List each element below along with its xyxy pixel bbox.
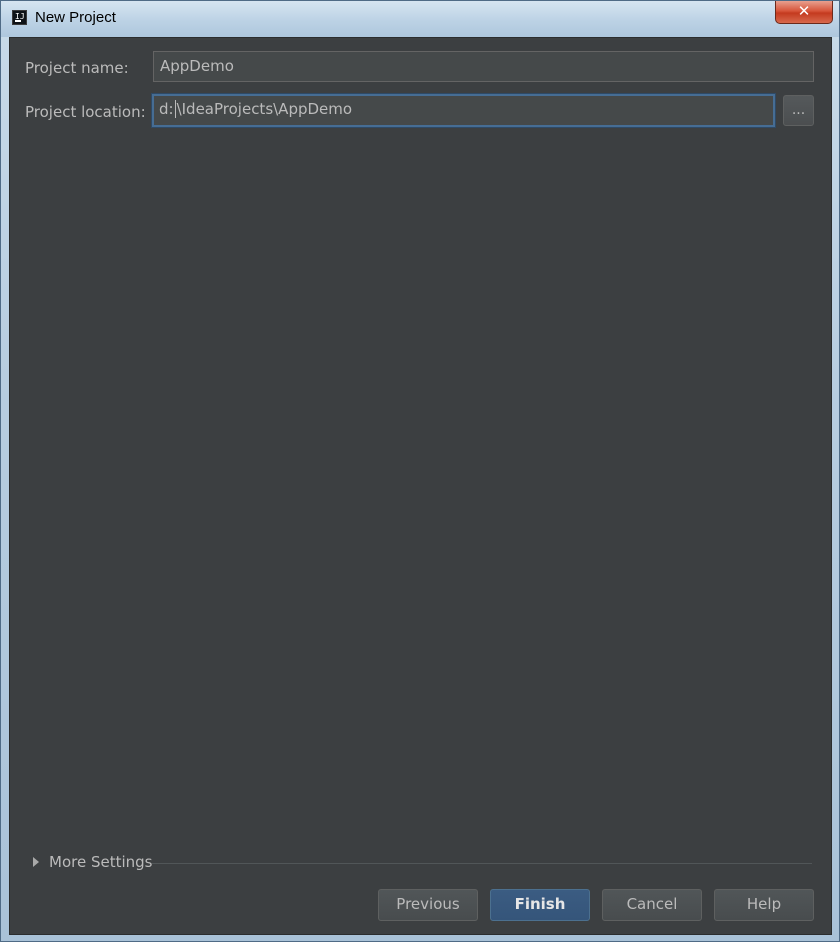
browse-button-label: ... bbox=[791, 102, 806, 118]
project-location-value-start: d: bbox=[159, 100, 174, 118]
project-name-value: AppDemo bbox=[160, 57, 234, 75]
dialog-content: Project name: AppDemo Project location: … bbox=[9, 37, 832, 935]
previous-button-label: Previous bbox=[396, 895, 460, 913]
close-button[interactable]: ✕ bbox=[775, 1, 833, 24]
finish-button[interactable]: Finish bbox=[490, 889, 590, 921]
more-settings-divider bbox=[152, 863, 812, 864]
finish-button-label: Finish bbox=[514, 895, 566, 913]
more-settings-label: More Settings bbox=[49, 853, 153, 871]
title-bar[interactable]: IJ New Project ✕ bbox=[1, 1, 839, 37]
window-title: New Project bbox=[35, 9, 116, 26]
project-location-label: Project location: bbox=[25, 103, 146, 121]
project-name-label: Project name: bbox=[25, 59, 129, 77]
app-icon-bar bbox=[15, 20, 21, 22]
previous-button[interactable]: Previous bbox=[378, 889, 478, 921]
close-icon: ✕ bbox=[797, 2, 811, 20]
project-location-input[interactable]: d: \IdeaProjects\AppDemo bbox=[152, 94, 775, 127]
browse-location-button[interactable]: ... bbox=[783, 95, 814, 126]
expand-triangle-icon bbox=[33, 857, 39, 867]
intellij-app-icon: IJ bbox=[12, 10, 27, 25]
more-settings-toggle[interactable]: More Settings bbox=[30, 852, 815, 874]
project-name-input[interactable]: AppDemo bbox=[153, 51, 814, 82]
project-location-value-end: \IdeaProjects\AppDemo bbox=[176, 100, 353, 118]
help-button-label: Help bbox=[746, 895, 782, 913]
cancel-button-label: Cancel bbox=[626, 895, 678, 913]
new-project-dialog: IJ New Project ✕ Project name: AppDemo P… bbox=[0, 0, 840, 942]
cancel-button[interactable]: Cancel bbox=[602, 889, 702, 921]
help-button[interactable]: Help bbox=[714, 889, 814, 921]
text-caret bbox=[174, 99, 176, 118]
